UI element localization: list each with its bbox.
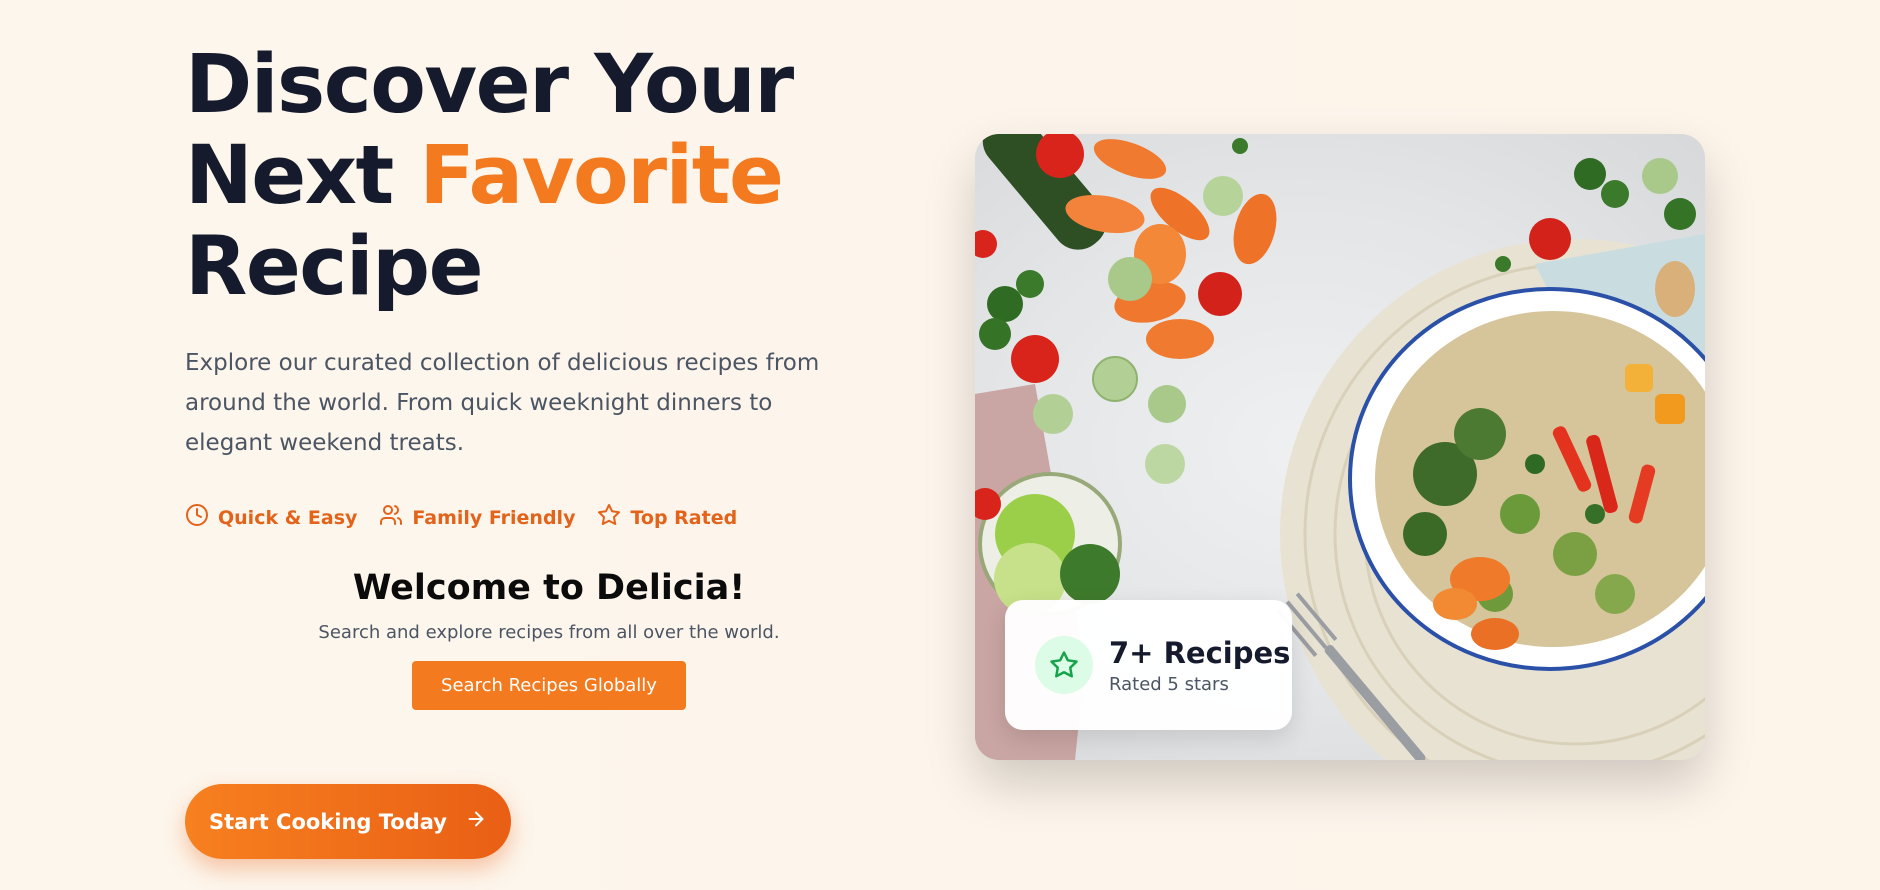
users-icon: [379, 503, 403, 532]
title-accent-word: Favorite: [419, 129, 784, 223]
start-cooking-button[interactable]: Start Cooking Today: [185, 784, 511, 859]
badge-subtitle: Rated 5 stars: [1109, 673, 1229, 695]
search-recipes-button[interactable]: Search Recipes Globally: [412, 661, 686, 710]
title-line-2-prefix: Next: [185, 129, 394, 223]
feature-list: Quick & Easy Family Friendly Top Rated: [185, 503, 825, 532]
recipes-badge: 7+ Recipes Rated 5 stars: [1005, 600, 1292, 730]
feature-quick-easy: Quick & Easy: [185, 503, 357, 532]
title-line-1: Discover Your: [185, 38, 794, 132]
welcome-heading: Welcome to Delicia!: [352, 568, 746, 608]
cta-label: Start Cooking Today: [209, 809, 447, 834]
arrow-right-icon: [465, 808, 487, 835]
badge-title: 7+ Recipes: [1109, 635, 1291, 670]
welcome-text: Search and explore recipes from all over…: [318, 622, 780, 643]
feature-family-friendly: Family Friendly: [379, 503, 575, 532]
hero-subtitle: Explore our curated collection of delici…: [185, 350, 820, 456]
star-icon: [597, 503, 621, 532]
badge-text: 7+ Recipes Rated 5 stars: [1109, 636, 1290, 695]
welcome-section: Welcome to Delicia! Search and explore r…: [185, 568, 913, 710]
feature-label: Quick & Easy: [218, 506, 358, 529]
page-title: Discover Your Next Favorite Recipe: [185, 40, 825, 313]
title-line-3: Recipe: [185, 220, 484, 314]
star-icon: [1035, 636, 1093, 694]
feature-label: Family Friendly: [412, 506, 576, 529]
clock-icon: [185, 503, 209, 532]
feature-top-rated: Top Rated: [597, 503, 737, 532]
feature-label: Top Rated: [630, 506, 738, 529]
hero-text: Discover Your Next Favorite Recipe Explo…: [185, 40, 825, 532]
